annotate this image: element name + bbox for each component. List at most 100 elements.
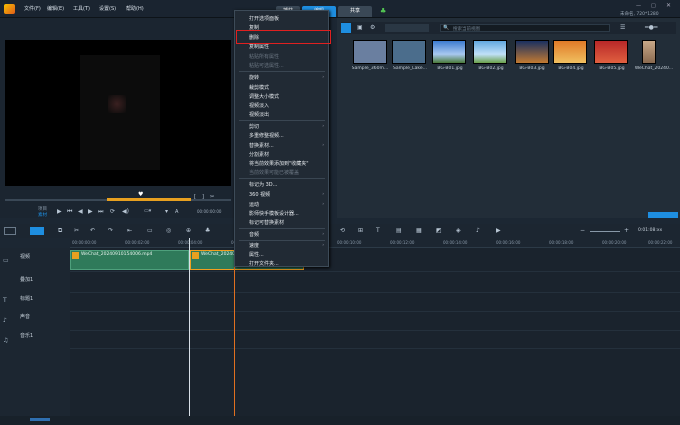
ctx-speed[interactable]: 速度 — [249, 242, 259, 249]
ctx-rotate[interactable]: 旋转 — [249, 74, 259, 81]
zoom-dropdown[interactable]: ▾ — [165, 208, 168, 215]
library-item-label: BG-B03.jpg — [519, 66, 545, 71]
timeline-tracks[interactable] — [70, 248, 680, 420]
menu-file[interactable]: 文件(F) — [24, 5, 41, 12]
ctx-fade-out[interactable]: 视频淡出 — [249, 111, 269, 118]
menu-tools[interactable]: 工具(T) — [73, 5, 90, 12]
ctx-add-to-favorites[interactable]: 将当前效果添加到"收藏夹" — [249, 160, 309, 167]
view-filter-group[interactable] — [385, 24, 429, 32]
toolbar-icon[interactable]: ⟲ — [340, 227, 345, 234]
repeat-icon[interactable]: ⟳ — [110, 208, 115, 215]
ctx-mark-replaceable[interactable]: 标记可替换素材 — [249, 219, 284, 226]
storyboard-view-icon[interactable] — [4, 227, 16, 235]
library-view-buttons[interactable] — [648, 212, 678, 218]
title-tool-icon[interactable]: T — [376, 227, 380, 234]
redo-icon[interactable]: ↷ — [108, 227, 113, 234]
toolbar-icon[interactable]: ♣ — [205, 227, 210, 234]
leaf-icon[interactable]: ♣ — [380, 7, 386, 15]
search-icon: 🔍 — [443, 25, 450, 31]
ctx-open-options[interactable]: 打开选项面板 — [249, 15, 279, 22]
library-item-thumb[interactable] — [353, 40, 387, 64]
library-item-thumb[interactable] — [392, 40, 426, 64]
toolbar-icon[interactable]: ⊕ — [186, 227, 191, 234]
preview-video[interactable] — [5, 40, 231, 186]
timeline-ruler[interactable]: 00:00:00:00 00:00:02:00 00:00:04:00 00:0… — [70, 238, 680, 248]
ctx-split-clip[interactable]: 分割素材 — [249, 151, 269, 158]
tab-share[interactable]: 共享 — [338, 6, 372, 17]
list-view-icon[interactable]: ☰ — [620, 24, 625, 31]
trim-range[interactable] — [107, 198, 191, 201]
settings-icon[interactable]: ⚙ — [370, 24, 375, 31]
thumb-size-slider[interactable]: ━●━ — [645, 24, 657, 31]
toolbar-icon[interactable]: ▶ — [496, 227, 501, 234]
maximize-button[interactable]: □ — [651, 3, 656, 9]
home-icon[interactable]: ⏮ — [67, 208, 72, 215]
toolbar-icon[interactable]: ▭ — [147, 227, 153, 234]
ctx-trim[interactable]: 剪切 — [249, 123, 259, 130]
ctx-mark-3d[interactable]: 标记为 3D... — [249, 181, 277, 188]
toolbar-icon[interactable]: ◈ — [456, 227, 461, 234]
media-category-icon[interactable] — [341, 23, 351, 33]
library-item-thumb[interactable] — [515, 40, 549, 64]
split-icon[interactable]: ✂ — [210, 194, 214, 201]
toolbar-icon[interactable]: ⇤ — [127, 227, 132, 234]
timeline-scrollbar[interactable] — [30, 418, 50, 421]
ctx-properties[interactable]: 属性... — [249, 251, 264, 258]
zoom-out-icon[interactable]: − — [580, 227, 585, 234]
ctx-360-video[interactable]: 360 视频 — [249, 191, 270, 198]
clip-mode-label[interactable]: 素材 — [38, 212, 47, 218]
toolbar-icon[interactable]: ✂ — [74, 227, 79, 234]
volume-icon[interactable]: ◀) — [122, 208, 129, 215]
quality-dropdown[interactable]: ▭▾ — [144, 208, 151, 215]
end-icon[interactable]: ⏭ — [98, 208, 103, 215]
minimize-button[interactable]: — — [636, 3, 641, 9]
mark-out-icon[interactable]: ] — [202, 194, 204, 201]
menu-help[interactable]: 帮助(H) — [126, 5, 144, 12]
timeline-view-icon[interactable] — [30, 227, 44, 235]
toolbar-icon[interactable]: ▦ — [416, 227, 422, 234]
next-frame-icon[interactable]: ▶ — [88, 208, 93, 215]
playhead[interactable] — [189, 238, 190, 416]
toolbar-icon[interactable]: ◩ — [436, 227, 442, 234]
search-input[interactable]: 🔍 搜索当前视图 — [440, 24, 610, 32]
ctx-motion[interactable]: 运动 — [249, 201, 259, 208]
undo-icon[interactable]: ↶ — [90, 227, 95, 234]
ctx-fade-in[interactable]: 视频淡入 — [249, 102, 269, 109]
play-icon[interactable]: ▶ — [57, 208, 62, 215]
library-item-thumb[interactable] — [473, 40, 507, 64]
library-item-thumb[interactable] — [642, 40, 656, 64]
submenu-arrow-icon: › — [322, 191, 324, 196]
zoom-in-icon[interactable]: + — [624, 227, 629, 234]
zoom-slider[interactable] — [590, 231, 620, 232]
toolbar-icon[interactable]: ⧉ — [58, 227, 62, 234]
ruler-tick: 00:00:18:00 — [549, 240, 574, 245]
close-button[interactable]: ✕ — [666, 2, 671, 9]
ctx-copy-attributes[interactable]: 复制属性 — [249, 43, 269, 50]
ctx-multi-trim[interactable]: 多重修整视频... — [249, 132, 284, 139]
library-item-thumb[interactable] — [594, 40, 628, 64]
menu-edit[interactable]: 编辑(E) — [47, 5, 64, 12]
library-item-thumb[interactable] — [432, 40, 466, 64]
video-clip[interactable]: WeChat_20240910154006.mp4 — [70, 250, 189, 270]
ctx-replace-clip[interactable]: 替换素材... — [249, 142, 274, 149]
preview-content — [108, 95, 126, 113]
toolbar-icon[interactable]: ▤ — [396, 227, 402, 234]
toolbar-icon[interactable]: ⊞ — [358, 227, 363, 234]
track-divider — [70, 330, 680, 331]
add-folder-icon[interactable]: ▣ — [357, 24, 363, 31]
toolbar-icon[interactable]: ♪ — [476, 227, 480, 234]
track-divider — [70, 292, 680, 293]
ctx-resize-mode[interactable]: 调整大小模式 — [249, 93, 279, 100]
voice-icon: ♪ — [3, 317, 7, 324]
mark-in-icon[interactable]: [ — [194, 194, 196, 201]
ctx-crop-mode[interactable]: 裁剪模式 — [249, 84, 269, 91]
ctx-template-designer[interactable]: 影师快手模板设计器... — [249, 210, 299, 217]
menu-settings[interactable]: 设置(S) — [99, 5, 116, 12]
status-bar — [0, 416, 680, 425]
prev-frame-icon[interactable]: ◀ — [78, 208, 83, 215]
library-item-thumb[interactable] — [553, 40, 587, 64]
scrub-handle[interactable]: ♥ — [138, 191, 143, 198]
ctx-open-folder[interactable]: 打开文件夹... — [249, 260, 279, 267]
ctx-audio[interactable]: 音频 — [249, 231, 259, 238]
toolbar-icon[interactable]: ◎ — [166, 227, 171, 234]
